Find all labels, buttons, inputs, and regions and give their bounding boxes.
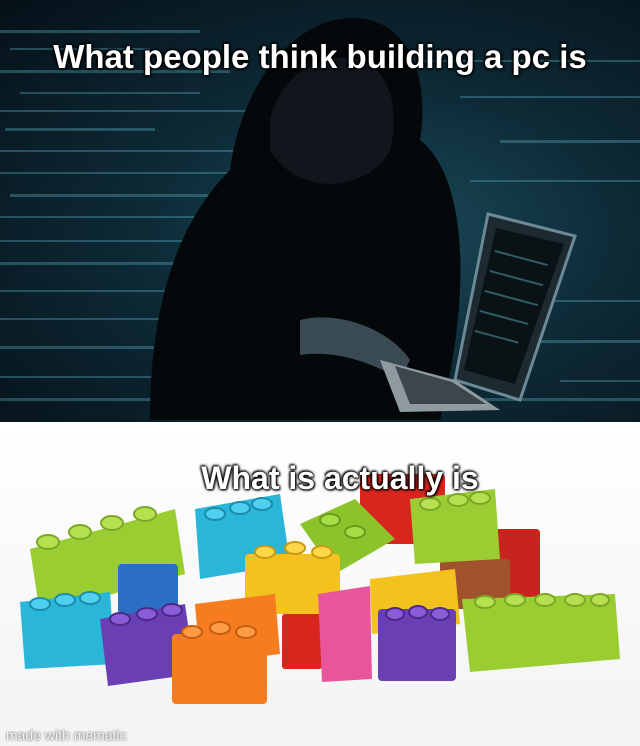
- bottom-caption: What is actually is: [201, 460, 479, 496]
- mematic-watermark: made with mematic: [6, 727, 127, 743]
- meme: What people think building a pc is What …: [0, 0, 640, 746]
- lego-brick-pile: [20, 474, 620, 704]
- hooded-figure: [150, 17, 461, 421]
- top-caption: What people think building a pc is: [53, 38, 587, 75]
